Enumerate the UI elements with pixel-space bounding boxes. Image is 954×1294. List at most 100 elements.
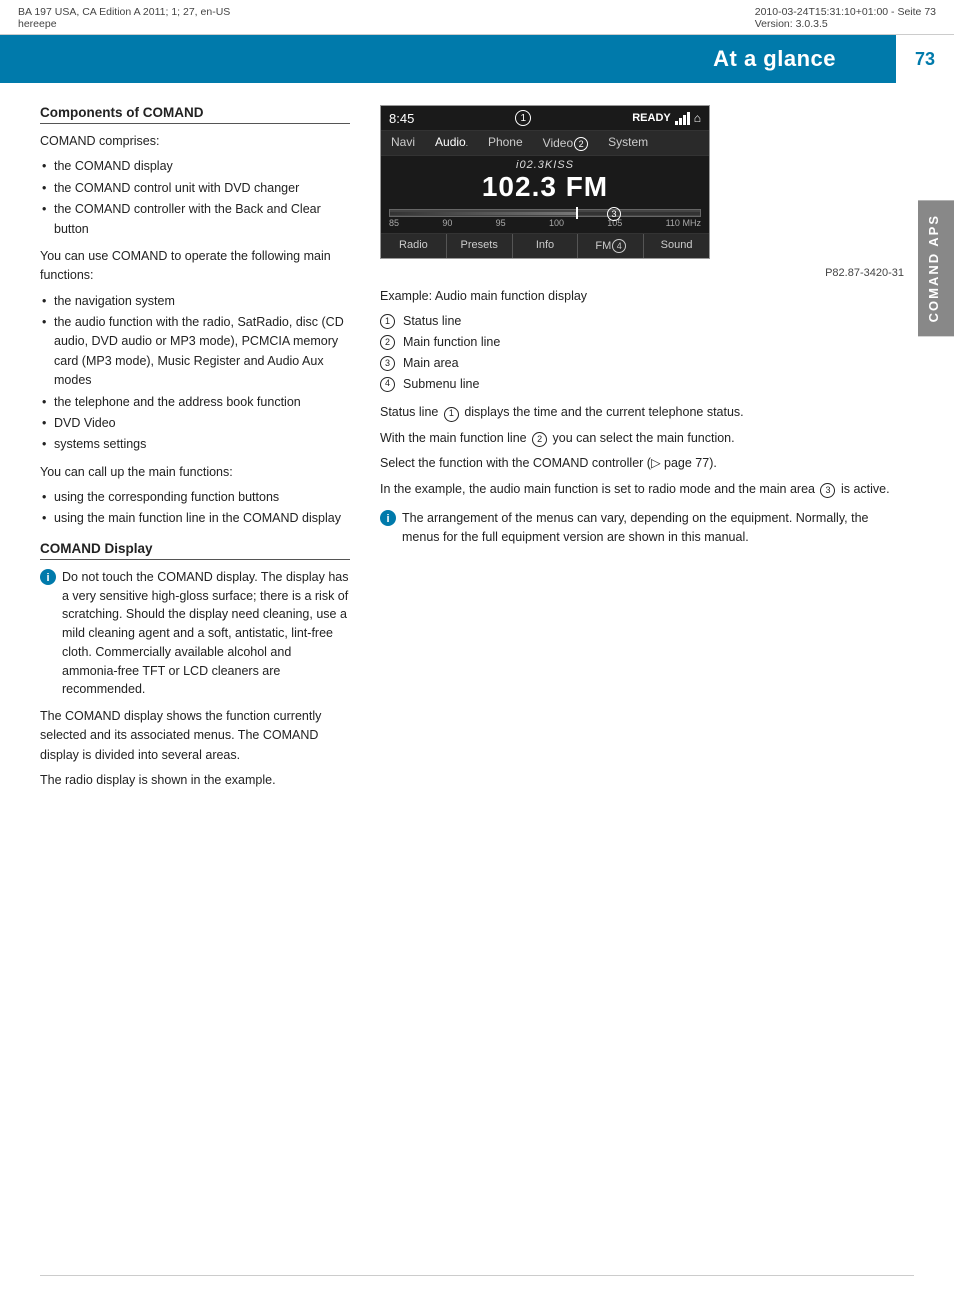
- rd-freq-labels: 85 90 95 100 105 110 MHz: [389, 217, 701, 229]
- header-left-line1: BA 197 USA, CA Edition A 2011; 1; 27, en…: [18, 6, 230, 18]
- list-text-1: Status line: [403, 312, 461, 331]
- circle-4: 4: [380, 377, 395, 392]
- inline-circle-2: 2: [532, 432, 547, 447]
- para5: The radio display is shown in the exampl…: [40, 771, 350, 790]
- para2: You can use COMAND to operate the follow…: [40, 247, 350, 286]
- rd-tuner-bar: 3 85 90 95 100 105 110 MHz: [381, 205, 709, 233]
- rd-sub-radio: Radio: [381, 234, 447, 258]
- list-item-4: 4 Submenu line: [380, 375, 904, 394]
- footer-line: [40, 1275, 914, 1276]
- para3: You can call up the main functions:: [40, 463, 350, 482]
- rd-freq-110: 110 MHz: [666, 218, 701, 228]
- left-column: Components of COMAND COMAND comprises: t…: [40, 105, 350, 797]
- list-text-4: Submenu line: [403, 375, 479, 394]
- inline-circle-1: 1: [444, 407, 459, 422]
- rd-freq-100: 100: [549, 218, 564, 228]
- list-item-3: 3 Main area: [380, 354, 904, 373]
- page-number: 73: [896, 35, 954, 83]
- rd-tuner-wrapper: 3: [389, 209, 701, 217]
- numbered-list: 1 Status line 2 Main function line 3 Mai…: [380, 312, 904, 393]
- rd-tuner-fill: [390, 212, 700, 215]
- info-box-2: i The arrangement of the menus can vary,…: [380, 509, 904, 547]
- list-item: the navigation system: [40, 292, 350, 311]
- rd-antenna-icon: ⌂: [694, 111, 701, 125]
- bar1: [675, 121, 678, 125]
- list-item: the COMAND controller with the Back and …: [40, 200, 350, 239]
- list-item: the audio function with the radio, SatRa…: [40, 313, 350, 391]
- bar4: [687, 112, 690, 125]
- rd-submenu: Radio Presets Info FM4 Sound: [381, 233, 709, 258]
- right-column: 8:45 1 READY ⌂ Navi Audio. Phone: [380, 105, 904, 797]
- rd-sub-sound: Sound: [644, 234, 709, 258]
- main-content: Components of COMAND COMAND comprises: t…: [0, 83, 954, 819]
- bullets2: the navigation system the audio function…: [40, 292, 350, 455]
- rd-signal-bars: [675, 112, 690, 125]
- rc-para2: With the main function line 2 you can se…: [380, 429, 904, 448]
- rd-sub-info: Info: [513, 234, 579, 258]
- header-left: BA 197 USA, CA Edition A 2011; 1; 27, en…: [18, 6, 230, 30]
- header-right-line2: Version: 3.0.3.5: [755, 18, 936, 30]
- rd-tuner-track: [389, 209, 701, 217]
- rd-circle1: 1: [515, 110, 531, 126]
- title-bar: At a glance 73: [0, 35, 954, 83]
- info-text: Do not touch the COMAND display. The dis…: [62, 568, 350, 699]
- rd-sub-presets: Presets: [447, 234, 513, 258]
- rc-para3: Select the function with the COMAND cont…: [380, 454, 904, 473]
- rd-freq-85: 85: [389, 218, 399, 228]
- header-right: 2010-03-24T15:31:10+01:00 - Seite 73 Ver…: [755, 6, 936, 30]
- sidebar-label: COMAND APS: [918, 200, 954, 336]
- rd-tuner-indicator: [576, 207, 578, 219]
- rd-nav-system: System: [598, 131, 658, 155]
- rc-info-text: The arrangement of the menus can vary, d…: [402, 509, 904, 547]
- list-item-2: 2 Main function line: [380, 333, 904, 352]
- header-right-line1: 2010-03-24T15:31:10+01:00 - Seite 73: [755, 6, 936, 18]
- rd-circle3: 3: [607, 207, 621, 221]
- rd-ready: READY ⌂: [632, 111, 701, 125]
- bullets1: the COMAND display the COMAND control un…: [40, 157, 350, 239]
- info-icon-2: i: [380, 510, 396, 526]
- list-text-2: Main function line: [403, 333, 500, 352]
- list-item: using the main function line in the COMA…: [40, 509, 350, 528]
- header-meta: BA 197 USA, CA Edition A 2011; 1; 27, en…: [0, 0, 954, 35]
- section2-heading: COMAND Display: [40, 541, 350, 560]
- section1-heading: Components of COMAND: [40, 105, 350, 124]
- rd-nav-audio: Audio.: [425, 131, 478, 155]
- rd-freq-95: 95: [496, 218, 506, 228]
- rd-station-area: i02.3KISS 102.3 FM: [381, 156, 709, 205]
- rc-para4: In the example, the audio main function …: [380, 480, 904, 499]
- list-item: the COMAND control unit with DVD changer: [40, 179, 350, 198]
- radio-display: 8:45 1 READY ⌂ Navi Audio. Phone: [380, 105, 710, 259]
- rd-freq-90: 90: [442, 218, 452, 228]
- rd-caption: P82.87-3420-31: [380, 267, 904, 279]
- inline-circle-3: 3: [820, 483, 835, 498]
- list-item: the telephone and the address book funct…: [40, 393, 350, 412]
- rd-station-freq: 102.3 FM: [389, 171, 701, 203]
- list-item: systems settings: [40, 435, 350, 454]
- page-title: At a glance: [0, 46, 896, 72]
- list-item: the COMAND display: [40, 157, 350, 176]
- rd-station-name: i02.3KISS: [389, 159, 701, 171]
- list-item-1: 1 Status line: [380, 312, 904, 331]
- rd-status-bar: 8:45 1 READY ⌂: [381, 106, 709, 131]
- bar3: [683, 115, 686, 125]
- circle-3: 3: [380, 356, 395, 371]
- rd-time: 8:45: [389, 111, 414, 126]
- rd-main-nav: Navi Audio. Phone Video2 System: [381, 131, 709, 156]
- para4: The COMAND display shows the function cu…: [40, 707, 350, 765]
- rd-sub-fm: FM4: [578, 234, 644, 258]
- rd-nav-video: Video2: [533, 131, 598, 155]
- rd-nav-phone: Phone: [478, 131, 533, 155]
- circle-1: 1: [380, 314, 395, 329]
- rc-para1: Status line 1 displays the time and the …: [380, 403, 904, 422]
- info-box-1: i Do not touch the COMAND display. The d…: [40, 568, 350, 699]
- rd-nav-navi: Navi: [381, 131, 425, 155]
- list-item: DVD Video: [40, 414, 350, 433]
- info-icon: i: [40, 569, 56, 585]
- bullets3: using the corresponding function buttons…: [40, 488, 350, 529]
- example-label: Example: Audio main function display: [380, 287, 904, 306]
- bar2: [679, 118, 682, 125]
- list-item: using the corresponding function buttons: [40, 488, 350, 507]
- para1: COMAND comprises:: [40, 132, 350, 151]
- list-text-3: Main area: [403, 354, 459, 373]
- header-left-line2: hereepe: [18, 18, 230, 30]
